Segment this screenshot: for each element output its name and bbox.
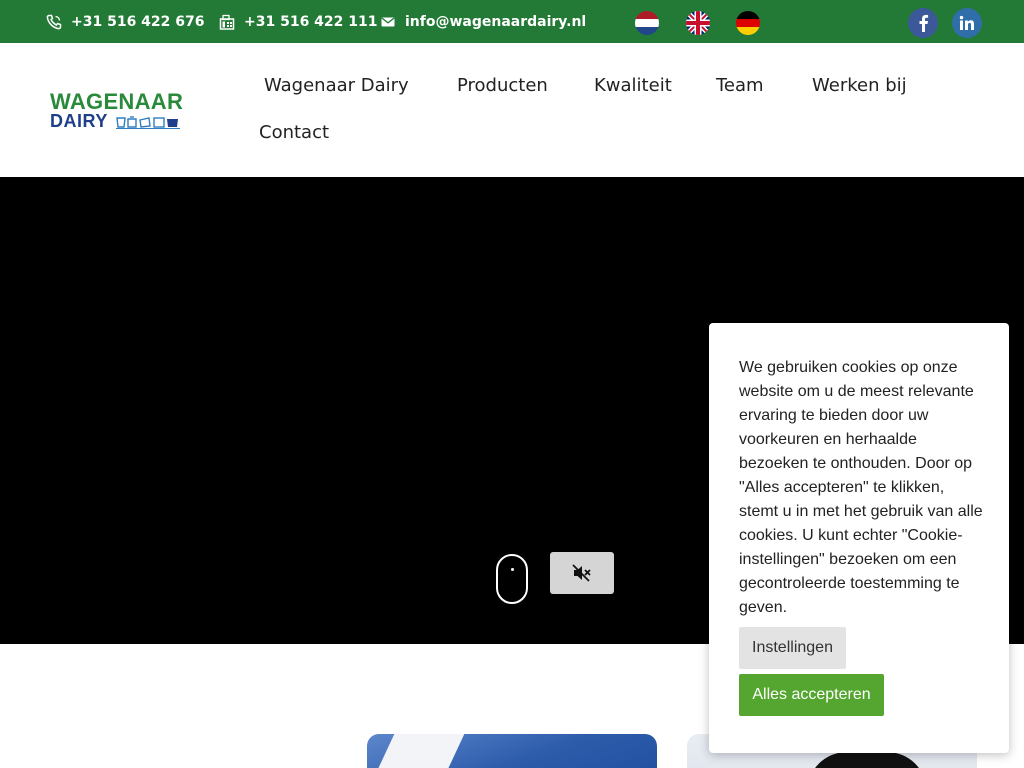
phone-number: +31 516 422 676 xyxy=(71,13,205,30)
cookie-message: We gebruiken cookies op onze website om … xyxy=(739,359,983,616)
facebook-icon[interactable] xyxy=(908,8,938,38)
phone-icon xyxy=(46,14,62,29)
scroll-mouse-icon[interactable] xyxy=(496,554,528,604)
fax-link[interactable]: +31 516 422 111 xyxy=(219,0,378,43)
nav-kwaliteit[interactable]: Kwaliteit xyxy=(594,75,672,96)
cow-graphic xyxy=(807,752,927,768)
cookie-settings-button[interactable]: Instellingen xyxy=(739,627,846,669)
nav-producten[interactable]: Producten xyxy=(457,75,548,96)
nav-team[interactable]: Team xyxy=(716,75,764,96)
fax-icon xyxy=(219,14,235,30)
nav-werken-bij[interactable]: Werken bij xyxy=(812,75,907,96)
email-link[interactable]: info@wagenaardairy.nl xyxy=(380,0,586,43)
wagenaar-dairy-logo[interactable]: WAGENAAR DAIRY xyxy=(50,89,183,135)
logo-line-2: DAIRY xyxy=(50,111,108,131)
nav-wagenaar-dairy[interactable]: Wagenaar Dairy xyxy=(264,75,409,96)
linkedin-icon[interactable] xyxy=(952,8,982,38)
flag-uk-icon[interactable] xyxy=(686,11,710,35)
flag-nl-icon[interactable] xyxy=(635,11,659,35)
mute-toggle-button[interactable] xyxy=(550,552,614,594)
top-contact-bar: +31 516 422 676 +31 516 422 111 info@wag… xyxy=(0,0,1024,43)
volume-mute-icon xyxy=(572,564,591,582)
flag-de-icon[interactable] xyxy=(736,11,760,35)
accept-all-button[interactable]: Alles accepteren xyxy=(739,674,884,716)
dairy-products-icon xyxy=(116,116,180,129)
fax-number: +31 516 422 111 xyxy=(244,13,378,30)
cookie-consent-panel: We gebruiken cookies op onze website om … xyxy=(709,323,1009,753)
milk-splash-graphic xyxy=(371,734,469,768)
email-address: info@wagenaardairy.nl xyxy=(405,13,587,30)
site-header: WAGENAAR DAIRY Wagenaar Dairy Producten … xyxy=(0,43,1024,177)
nav-contact[interactable]: Contact xyxy=(259,122,329,143)
phone-link[interactable]: +31 516 422 676 xyxy=(46,0,205,43)
mail-icon xyxy=(381,16,395,26)
product-card-image[interactable] xyxy=(367,734,657,768)
